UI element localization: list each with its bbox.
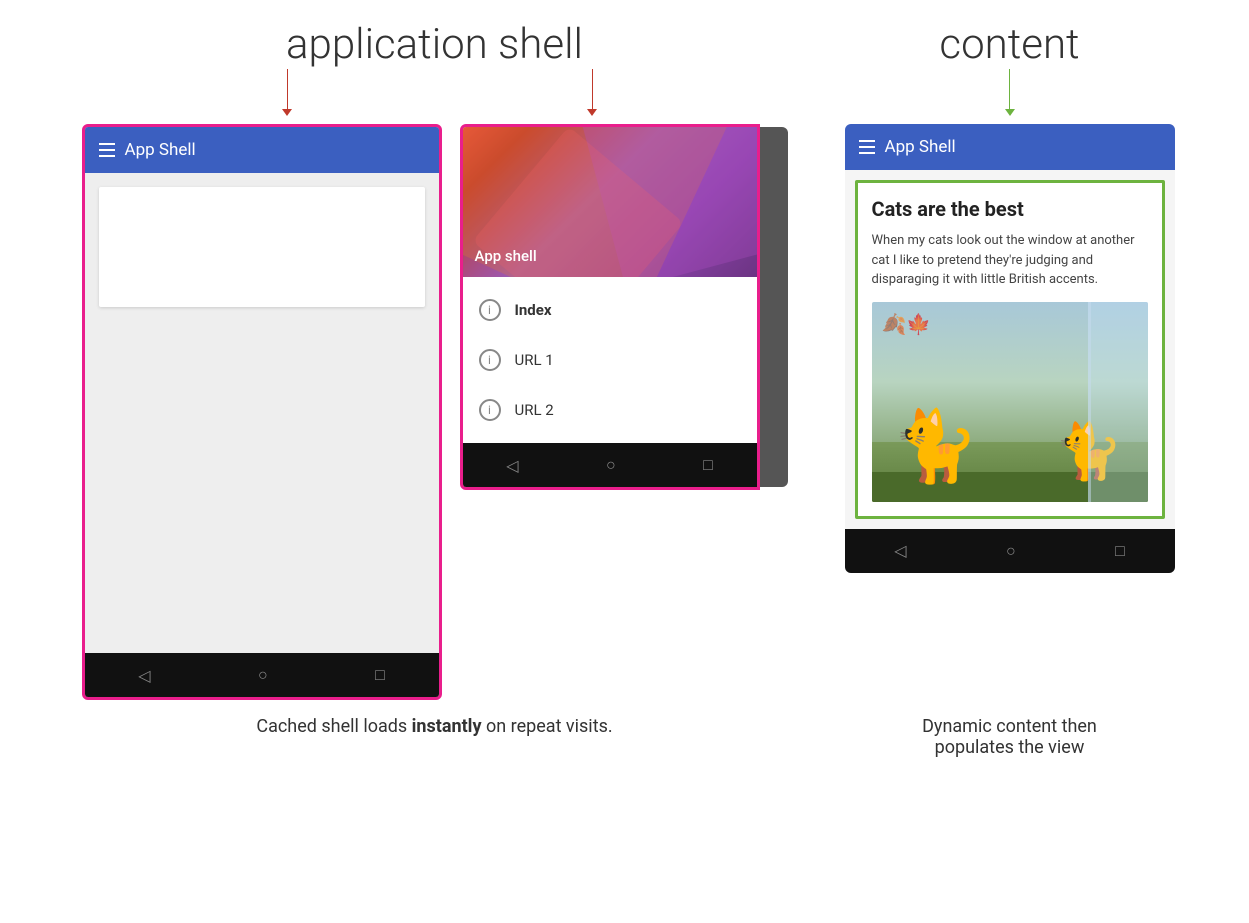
caption-right: Dynamic content thenpopulates the view: [922, 716, 1097, 758]
nav-square-icon[interactable]: □: [375, 665, 385, 685]
application-shell-label: application shell: [286, 20, 583, 69]
phone1-header: App Shell: [85, 127, 439, 173]
drawer-menu: i Index i URL 1 i URL 2: [463, 277, 757, 443]
nav-home-icon[interactable]: ○: [258, 665, 268, 685]
nav-home-icon-2[interactable]: ○: [606, 455, 616, 475]
nav-back-icon-2[interactable]: ◁: [506, 456, 518, 475]
menu-label-index: Index: [515, 301, 552, 319]
cat-image: 🐈 🐈 🍂🍁: [872, 302, 1148, 502]
phone1-navbar: ◁ ○ □: [85, 653, 439, 697]
nav-back-icon[interactable]: ◁: [138, 666, 150, 685]
content-label: content: [939, 20, 1079, 69]
content-title: Cats are the best: [872, 197, 1148, 221]
phone3-navbar: ◁ ○ □: [845, 529, 1175, 573]
drawer-menu-item-url1[interactable]: i URL 1: [463, 335, 757, 385]
menu-label-url2: URL 2: [515, 401, 554, 419]
arrow-phone1: [282, 69, 292, 116]
menu-icon-3: [859, 140, 875, 154]
drawer-header-image: App shell: [463, 127, 757, 277]
phone3-body: Cats are the best When my cats look out …: [845, 170, 1175, 529]
phone2-shadow-panel: [760, 127, 788, 487]
phone3-header: App Shell: [845, 124, 1175, 170]
menu-label-url1: URL 1: [515, 351, 554, 369]
drawer-menu-item-index[interactable]: i Index: [463, 285, 757, 335]
content-text: When my cats look out the window at anot…: [872, 231, 1148, 290]
phone3: App Shell Cats are the best When my cats…: [845, 124, 1175, 573]
phone1-title: App Shell: [125, 140, 196, 160]
arrow-phone2: [587, 69, 597, 116]
info-icon-url1: i: [479, 349, 501, 371]
nav-back-icon-3[interactable]: ◁: [894, 541, 906, 560]
phone2: App shell i Index i URL 1: [460, 124, 760, 490]
phone1-body: [85, 173, 439, 653]
phone3-title: App Shell: [885, 137, 956, 157]
info-icon-url2: i: [479, 399, 501, 421]
nav-home-icon-3[interactable]: ○: [1006, 541, 1016, 561]
phone1: App Shell ◁ ○ □: [82, 124, 442, 700]
phone3-section: App Shell Cats are the best When my cats…: [845, 124, 1175, 573]
nav-square-icon-2[interactable]: □: [703, 455, 713, 475]
menu-icon: [99, 143, 115, 157]
phone2-wrapper: App shell i Index i URL 1: [460, 124, 788, 700]
nav-square-icon-3[interactable]: □: [1115, 541, 1125, 561]
info-icon-index: i: [479, 299, 501, 321]
drawer-menu-item-url2[interactable]: i URL 2: [463, 385, 757, 435]
content-placeholder: [99, 187, 425, 307]
arrow-phone3: [1005, 69, 1015, 116]
caption-left: Cached shell loads instantly on repeat v…: [256, 716, 612, 737]
drawer-app-label: App shell: [475, 247, 537, 265]
phone2-navbar: ◁ ○ □: [463, 443, 757, 487]
content-area: Cats are the best When my cats look out …: [855, 180, 1165, 519]
